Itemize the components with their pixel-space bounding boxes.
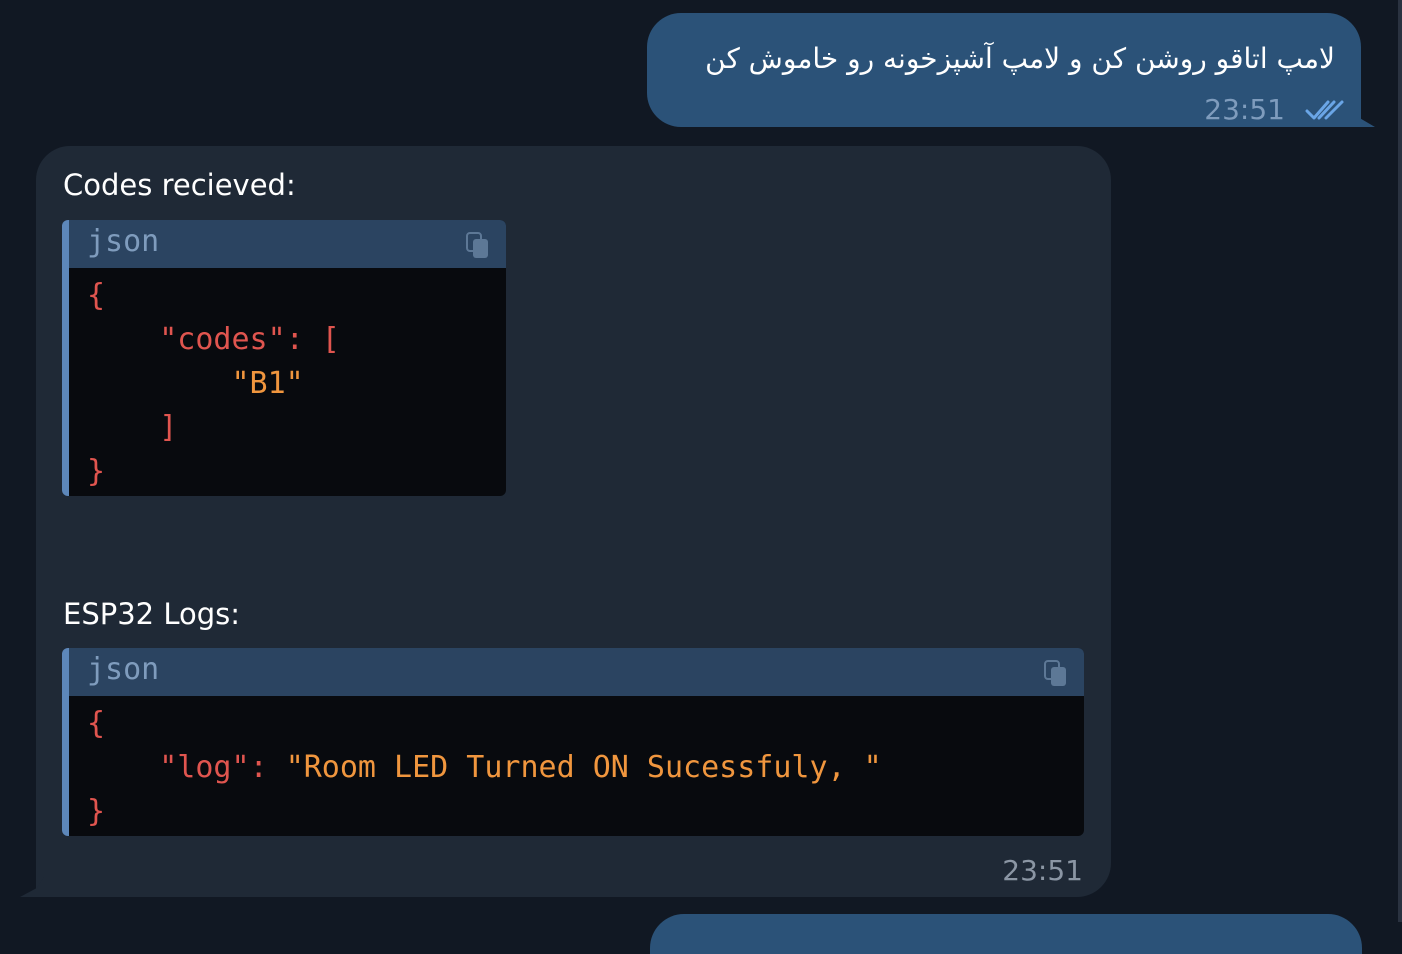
code-content: { "log": "Room LED Turned ON Sucessfuly,… xyxy=(69,696,1084,834)
code-token-punct: : [ xyxy=(285,322,340,357)
copy-icon[interactable] xyxy=(1044,660,1068,688)
code-token-punct: : xyxy=(249,750,286,785)
code-line: } xyxy=(87,450,506,494)
copy-icon[interactable] xyxy=(466,232,490,260)
code-token-key: "log" xyxy=(159,750,250,785)
code-token-punct: ] xyxy=(159,410,178,445)
code-token-punct: } xyxy=(87,794,106,829)
codes-label: Codes recieved: xyxy=(63,168,296,202)
code-line: "codes": [ xyxy=(87,318,506,362)
message-time: 23:51 xyxy=(1002,854,1083,887)
logs-label: ESP32 Logs: xyxy=(63,597,241,631)
outgoing-message[interactable]: لامپ اتاقو روشن کن و لامپ آشپزخونه رو خا… xyxy=(647,13,1375,127)
code-line: ] xyxy=(87,406,506,450)
bubble-tail xyxy=(1353,107,1375,127)
code-line: { xyxy=(87,274,506,318)
code-content: { "codes": [ "B1" ]} xyxy=(69,268,506,494)
code-block-header: json xyxy=(69,648,1084,696)
scrollbar[interactable] xyxy=(1398,0,1402,922)
next-outgoing-message[interactable] xyxy=(650,914,1362,954)
code-token-punct: } xyxy=(87,454,106,489)
code-language: json xyxy=(87,652,160,687)
incoming-message[interactable]: Codes recieved: json { "codes": [ "B1" ]… xyxy=(20,146,1111,897)
code-token-str: "B1" xyxy=(231,366,304,401)
logs-code-block[interactable]: json { "log": "Room LED Turned ON Sucess… xyxy=(62,648,1084,836)
message-meta: 23:51 xyxy=(1204,93,1347,126)
code-line: "log": "Room LED Turned ON Sucessfuly, " xyxy=(87,746,1084,790)
message-text: لامپ اتاقو روشن کن و لامپ آشپزخونه رو خا… xyxy=(705,42,1335,75)
code-language: json xyxy=(87,224,160,259)
message-time: 23:51 xyxy=(1204,93,1285,126)
code-token-punct: { xyxy=(87,706,106,741)
code-token-key: "codes" xyxy=(159,322,286,357)
code-token-punct: { xyxy=(87,278,106,313)
code-line: { xyxy=(87,702,1084,746)
code-token-str: "Room LED Turned ON Sucessfuly, " xyxy=(285,750,882,785)
double-check-icon xyxy=(1305,100,1344,119)
bubble-tail xyxy=(20,877,44,897)
code-line: } xyxy=(87,790,1084,834)
codes-code-block[interactable]: json { "codes": [ "B1" ]} xyxy=(62,220,506,496)
code-block-header: json xyxy=(69,220,506,268)
code-line: "B1" xyxy=(87,362,506,406)
